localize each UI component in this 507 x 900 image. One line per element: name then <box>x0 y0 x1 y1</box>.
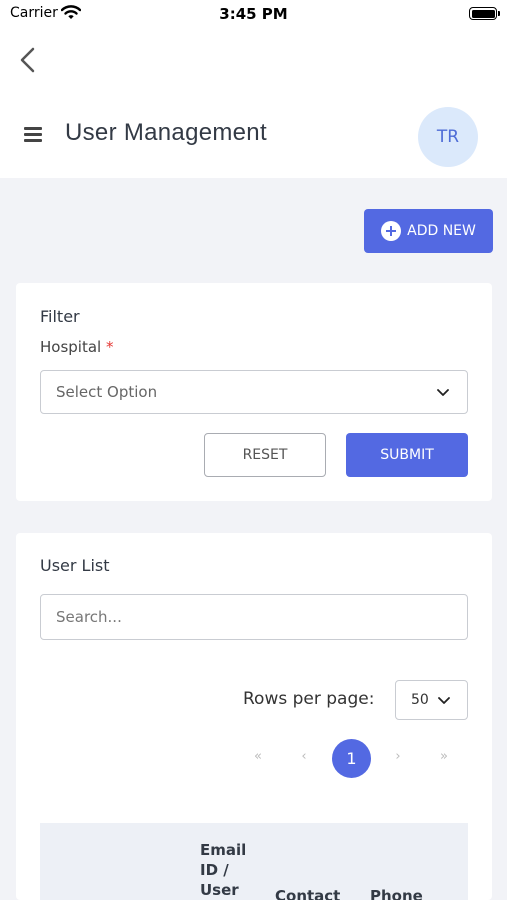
user-list-title: User List <box>40 556 110 575</box>
column-header-contact-line: Contact <box>275 887 341 900</box>
column-header-email-line: Email <box>200 841 247 859</box>
hospital-select-value: Select Option <box>56 383 158 401</box>
user-list-card: User List Rows per page: 50 « ‹ 1 › » Em… <box>16 533 492 900</box>
back-chevron-icon[interactable] <box>16 46 40 74</box>
plus-circle-icon <box>381 221 402 241</box>
hospital-select[interactable]: Select Option <box>40 370 468 414</box>
required-mark: * <box>105 338 114 356</box>
pagination-first-button[interactable]: « <box>246 749 270 769</box>
filter-title: Filter <box>40 307 80 326</box>
column-header-phone-line: Phone <box>370 887 423 900</box>
nav-bar <box>0 30 507 90</box>
add-new-label: ADD NEW <box>407 223 476 239</box>
avatar[interactable]: TR <box>418 107 478 167</box>
reset-button[interactable]: RESET <box>204 433 326 477</box>
page-header: User Management TR <box>0 90 507 178</box>
submit-button[interactable]: SUBMIT <box>346 433 468 477</box>
filter-card: Filter Hospital * Select Option RESET SU… <box>16 283 492 501</box>
column-header-email[interactable]: Email ID / User <box>200 840 246 900</box>
hospital-label: Hospital * <box>40 338 113 356</box>
hospital-label-text: Hospital <box>40 338 102 356</box>
menu-icon[interactable] <box>24 127 42 142</box>
pagination-page-1[interactable]: 1 <box>332 739 371 778</box>
column-header-phone[interactable]: Phone <box>370 886 423 900</box>
chevron-down-icon <box>437 389 449 396</box>
column-header-email-line: User <box>200 881 239 899</box>
column-header-email-line: ID / <box>200 861 229 879</box>
chevron-down-icon <box>438 697 450 704</box>
pagination-prev-button[interactable]: ‹ <box>292 749 316 769</box>
column-header-contact[interactable]: Contact <box>275 886 340 900</box>
table-header: Email ID / User Contact Phone <box>40 823 468 900</box>
rows-per-page-select[interactable]: 50 <box>395 680 468 720</box>
battery-icon <box>469 7 500 20</box>
pagination-last-button[interactable]: » <box>432 749 456 769</box>
search-input[interactable] <box>40 594 468 640</box>
add-new-button[interactable]: ADD NEW <box>364 209 493 253</box>
page-title: User Management <box>65 119 267 146</box>
rows-per-page-label: Rows per page: <box>243 689 375 709</box>
rows-per-page-value: 50 <box>411 692 429 708</box>
clock: 3:45 PM <box>219 5 288 23</box>
status-bar: Carrier 3:45 PM <box>0 0 507 30</box>
pagination-next-button[interactable]: › <box>386 749 410 769</box>
